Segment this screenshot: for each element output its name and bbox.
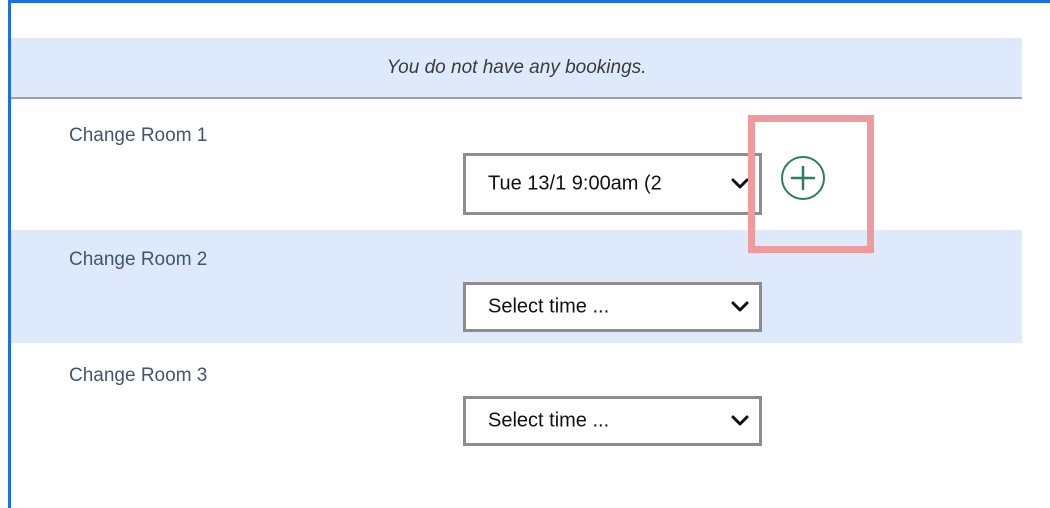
highlight-box: [748, 115, 874, 253]
panel-top-border: [8, 0, 1050, 3]
chevron-down-icon: [731, 415, 749, 426]
room-label-1: Change Room 1: [69, 125, 208, 146]
notice-message: You do not have any bookings.: [386, 56, 647, 78]
no-bookings-notice: You do not have any bookings.: [11, 38, 1022, 99]
time-select-value-3: Select time ...: [488, 409, 610, 432]
time-select-value-1: Tue 13/1 9:00am (2: [488, 172, 662, 195]
time-select-room-1[interactable]: Tue 13/1 9:00am (2: [463, 153, 762, 215]
chevron-down-icon: [731, 178, 749, 189]
booking-panel: You do not have any bookings. Change Roo…: [0, 0, 1050, 508]
time-select-value-2: Select time ...: [488, 295, 610, 318]
room-label-3: Change Room 3: [69, 365, 208, 386]
room-row-3: Change Room 3 Select time ...: [11, 343, 1022, 463]
time-select-room-2[interactable]: Select time ...: [463, 282, 762, 332]
chevron-down-icon: [731, 301, 749, 312]
room-label-2: Change Room 2: [69, 249, 208, 270]
time-select-room-3[interactable]: Select time ...: [463, 396, 762, 446]
